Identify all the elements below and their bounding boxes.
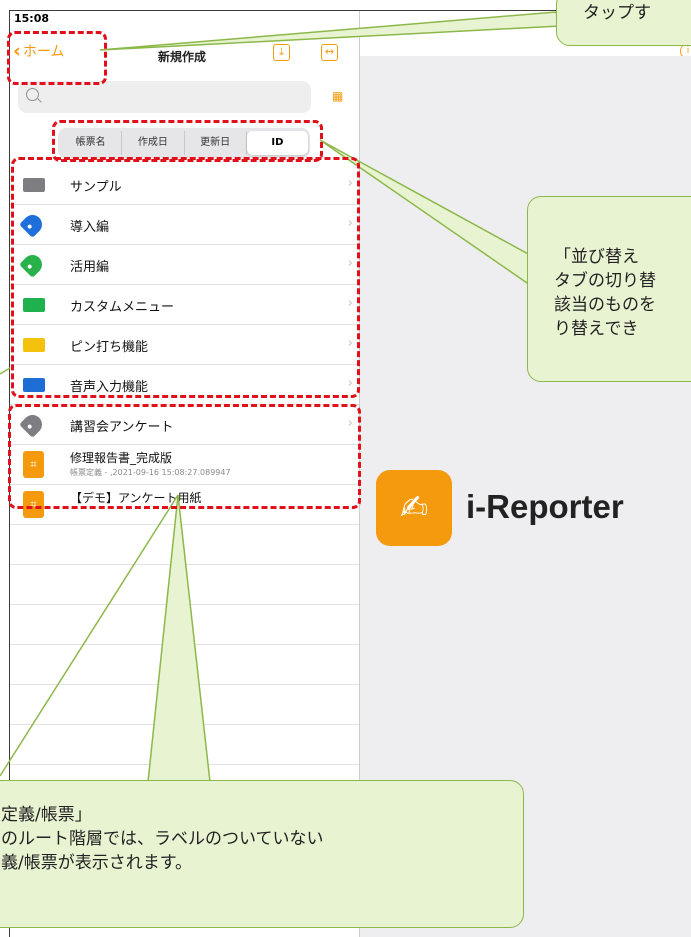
callout-pointer-left (0, 367, 11, 375)
callout-bottom: 定義/帳票」 のルート階層では、ラベルのついていない 義/帳票が表示されます。 (0, 780, 524, 928)
highlight-back-button (7, 31, 107, 85)
callout-pointer-top (99, 11, 561, 51)
callout-pointer-bottom-edge (0, 494, 179, 777)
callout-top: タップす (556, 0, 691, 46)
callout-pointer-bottom (147, 494, 211, 783)
highlight-folder-list (11, 157, 360, 398)
highlight-sort-tabs (52, 120, 323, 162)
highlight-documents (8, 404, 361, 509)
callout-middle: 「並び替え タブの切り替 該当のものを り替えでき (527, 196, 691, 382)
